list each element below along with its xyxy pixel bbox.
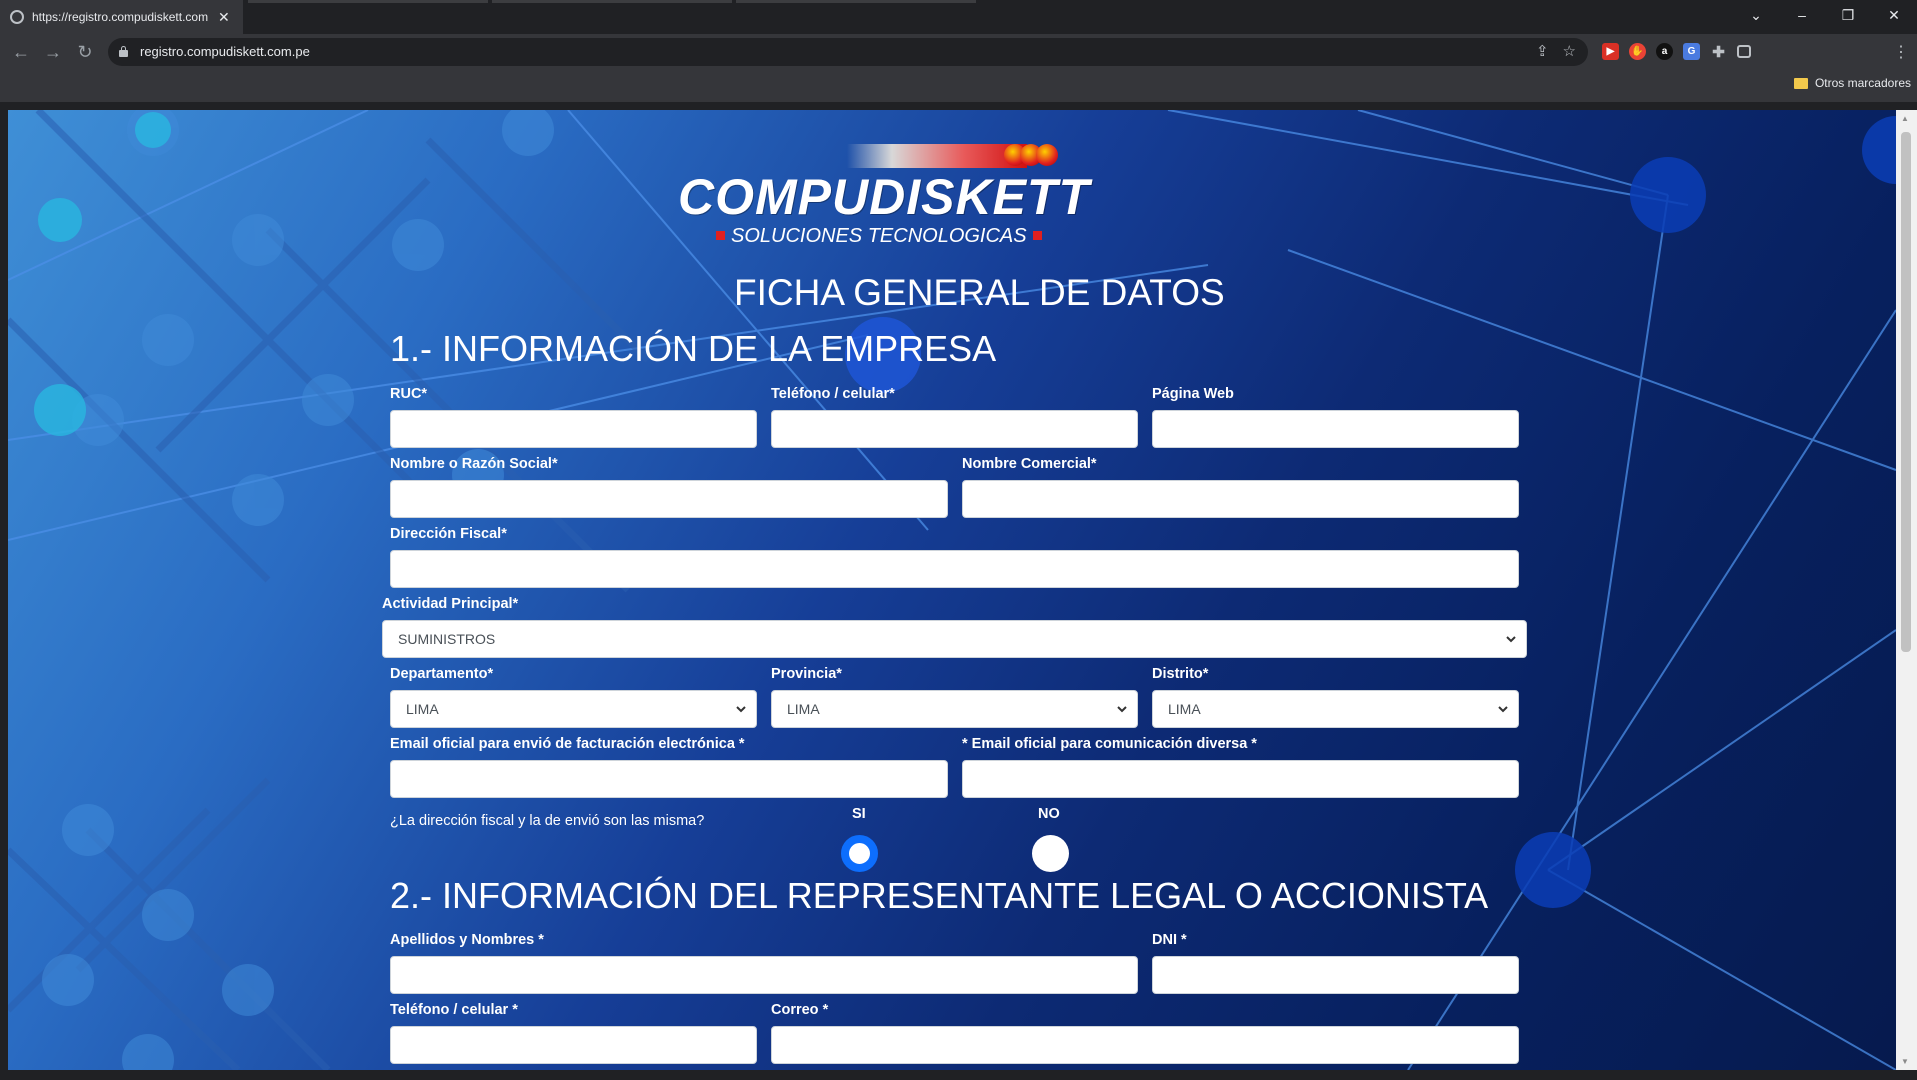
other-bookmarks[interactable]: Otros marcadores	[1793, 76, 1911, 90]
razon-social-input[interactable]	[390, 480, 948, 518]
logo-dots	[1004, 144, 1058, 171]
browser-toolbar: ← → ↻ registro.compudiskett.com.pe ⇪ ☆ ▶…	[0, 34, 1917, 70]
telefono-rep-input[interactable]	[390, 1026, 757, 1064]
star-icon[interactable]: ☆	[1563, 42, 1576, 60]
globe-icon	[10, 10, 24, 24]
logo-tagline-text: SOLUCIONES TECNOLOGICAS	[731, 225, 1027, 247]
departamento-label: Departamento*	[390, 666, 494, 682]
provincia-label: Provincia*	[771, 666, 842, 682]
actividad-select[interactable]: SUMINISTROS	[382, 620, 1527, 658]
browser-tab[interactable]: https://registro.compudiskett.com ✕	[0, 0, 243, 34]
radio-si[interactable]	[841, 835, 878, 872]
chevron-down-icon	[1498, 691, 1508, 727]
chevron-down-icon	[1506, 621, 1516, 657]
pagina-web-input[interactable]	[1152, 410, 1519, 448]
puzzle-icon[interactable]: ✚	[1710, 43, 1727, 61]
bookmarks-bar: Otros marcadores	[0, 70, 1917, 102]
direccion-fiscal-input[interactable]	[390, 550, 1519, 588]
company-logo: COMPUDISKETT SOLUCIONES TECNOLOGICAS	[672, 138, 1089, 248]
folder-icon	[1793, 77, 1808, 89]
network-background	[8, 110, 1896, 1070]
chevron-down-icon	[1117, 691, 1127, 727]
share-icon[interactable]: ⇪	[1536, 42, 1549, 60]
apellidos-input[interactable]	[390, 956, 1138, 994]
provincia-select[interactable]: LIMA	[771, 690, 1138, 728]
distrito-label: Distrito*	[1152, 666, 1209, 682]
departamento-select[interactable]: LIMA	[390, 690, 757, 728]
reload-icon[interactable]: ↻	[73, 40, 97, 64]
dni-label: DNI *	[1152, 932, 1187, 948]
back-icon[interactable]: ←	[9, 40, 33, 64]
email-facturacion-label: Email oficial para envió de facturación …	[390, 736, 745, 752]
telefono-label: Teléfono / celular*	[771, 386, 895, 402]
departamento-value: LIMA	[406, 701, 439, 717]
tab-placeholder	[736, 0, 976, 3]
provincia-value: LIMA	[787, 701, 820, 717]
minimize-icon[interactable]: –	[1779, 0, 1825, 30]
email-comunicacion-input[interactable]	[962, 760, 1519, 798]
extensions-area: ▶ ✋ a G ✚	[1602, 43, 1751, 61]
email-facturacion-input[interactable]	[390, 760, 948, 798]
same-address-question: ¿La dirección fiscal y la de envió son l…	[390, 813, 705, 829]
restore-icon[interactable]: ❐	[1825, 0, 1871, 30]
scroll-down-icon[interactable]: ▼	[1901, 1057, 1909, 1066]
forward-icon[interactable]: →	[41, 40, 65, 64]
page-scrollbar[interactable]: ▲ ▼	[1896, 110, 1917, 1070]
tab-placeholder	[492, 0, 732, 3]
scroll-up-icon[interactable]: ▲	[1901, 114, 1909, 123]
window-controls: ⌄ – ❐ ✕	[1733, 0, 1917, 30]
close-tab-icon[interactable]: ✕	[218, 9, 230, 26]
ruc-input[interactable]	[390, 410, 757, 448]
logo-tagline: SOLUCIONES TECNOLOGICAS	[710, 225, 1048, 248]
close-window-icon[interactable]: ✕	[1871, 0, 1917, 30]
page-viewport: COMPUDISKETT SOLUCIONES TECNOLOGICAS FIC…	[8, 110, 1896, 1070]
scrollbar-thumb[interactable]	[1901, 132, 1911, 652]
ruc-label: RUC*	[390, 386, 428, 402]
more-vert-icon[interactable]: ⋮	[1893, 42, 1909, 62]
razon-social-label: Nombre o Razón Social*	[390, 456, 558, 472]
address-bar[interactable]: registro.compudiskett.com.pe ⇪ ☆	[108, 38, 1588, 66]
form-title: FICHA GENERAL DE DATOS	[734, 272, 1225, 313]
nombre-comercial-input[interactable]	[962, 480, 1519, 518]
option-no-label: NO	[1038, 806, 1060, 822]
radio-no[interactable]	[1032, 835, 1069, 872]
pagina-web-label: Página Web	[1152, 386, 1234, 402]
distrito-select[interactable]: LIMA	[1152, 690, 1519, 728]
email-comunicacion-label: * Email oficial para comunicación divers…	[962, 736, 1257, 752]
apellidos-label: Apellidos y Nombres *	[390, 932, 544, 948]
correo-label: Correo *	[771, 1002, 829, 1018]
correo-input[interactable]	[771, 1026, 1519, 1064]
extension-icon[interactable]: a	[1656, 43, 1673, 60]
actividad-value: SUMINISTROS	[398, 631, 496, 647]
chevron-down-icon	[736, 691, 746, 727]
tab-placeholder	[248, 0, 488, 3]
dni-input[interactable]	[1152, 956, 1519, 994]
lock-icon[interactable]	[119, 46, 128, 57]
logo-stripe	[847, 144, 1027, 168]
section-2-heading: 2.- INFORMACIÓN DEL REPRESENTANTE LEGAL …	[390, 875, 1489, 916]
tab-title: https://registro.compudiskett.com	[32, 10, 209, 24]
tab-search-icon[interactable]: ⌄	[1733, 0, 1779, 30]
side-panel-icon[interactable]	[1737, 45, 1751, 58]
actividad-label: Actividad Principal*	[382, 596, 519, 612]
nombre-comercial-label: Nombre Comercial*	[962, 456, 1097, 472]
telefono-input[interactable]	[771, 410, 1138, 448]
other-bookmarks-label: Otros marcadores	[1814, 76, 1911, 90]
distrito-value: LIMA	[1168, 701, 1201, 717]
telefono-rep-label: Teléfono / celular *	[390, 1002, 518, 1018]
extension-icon[interactable]: ✋	[1629, 43, 1646, 60]
tab-strip: https://registro.compudiskett.com ✕ ⌄ – …	[0, 0, 1917, 34]
extension-icon[interactable]: ▶	[1602, 43, 1619, 60]
direccion-fiscal-label: Dirección Fiscal*	[390, 526, 507, 542]
section-1-heading: 1.- INFORMACIÓN DE LA EMPRESA	[390, 328, 997, 369]
url-text[interactable]: registro.compudiskett.com.pe	[140, 44, 310, 59]
option-si-label: SI	[852, 806, 866, 822]
translate-icon[interactable]: G	[1683, 43, 1700, 60]
logo-name: COMPUDISKETT	[678, 169, 1090, 225]
